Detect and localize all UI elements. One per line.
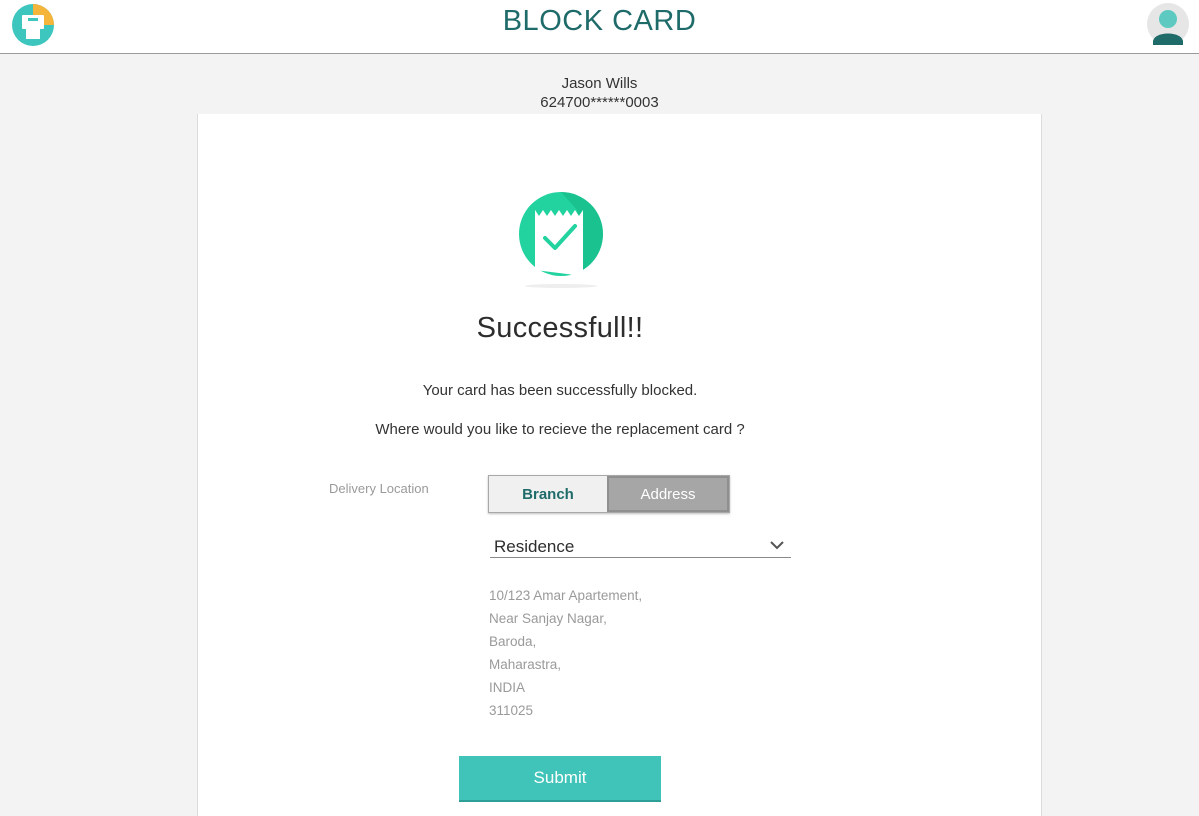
receipt-check-icon	[519, 192, 604, 288]
account-info: Jason Wills 624700******0003	[0, 74, 1199, 112]
replacement-question: Where would you like to recieve the repl…	[375, 421, 745, 438]
user-avatar-icon[interactable]	[1147, 3, 1189, 45]
address-line: 311025	[489, 703, 534, 718]
account-holder-name: Jason Wills	[561, 75, 638, 92]
address-option-button[interactable]: Address	[607, 476, 729, 512]
success-message: Your card has been successfully blocked.	[422, 382, 698, 399]
delivery-location-toggle: Branch Address	[488, 475, 730, 513]
chevron-down-icon	[770, 541, 784, 550]
address-line: Maharastra,	[489, 657, 562, 672]
address-line: 10/123 Amar Apartement,	[489, 588, 643, 603]
address-line: Baroda,	[489, 634, 537, 649]
address-type-dropdown[interactable]: Residence	[490, 536, 791, 558]
result-panel: Successfull!! Your card has been success…	[197, 114, 1042, 816]
submit-button[interactable]: Submit	[459, 756, 661, 802]
branch-option-button[interactable]: Branch	[489, 476, 607, 512]
page-title: BLOCK CARD	[502, 5, 697, 37]
delivery-location-label: Delivery Location	[329, 481, 429, 496]
address-type-value: Residence	[494, 537, 575, 556]
address-line: INDIA	[489, 680, 526, 695]
masked-card-number: 624700******0003	[540, 94, 659, 111]
delivery-address: 10/123 Amar Apartement, Near Sanjay Naga…	[489, 584, 642, 722]
top-bar: BLOCK CARD	[0, 0, 1199, 54]
address-line: Near Sanjay Nagar,	[489, 611, 607, 626]
success-heading: Successfull!!	[476, 312, 644, 344]
